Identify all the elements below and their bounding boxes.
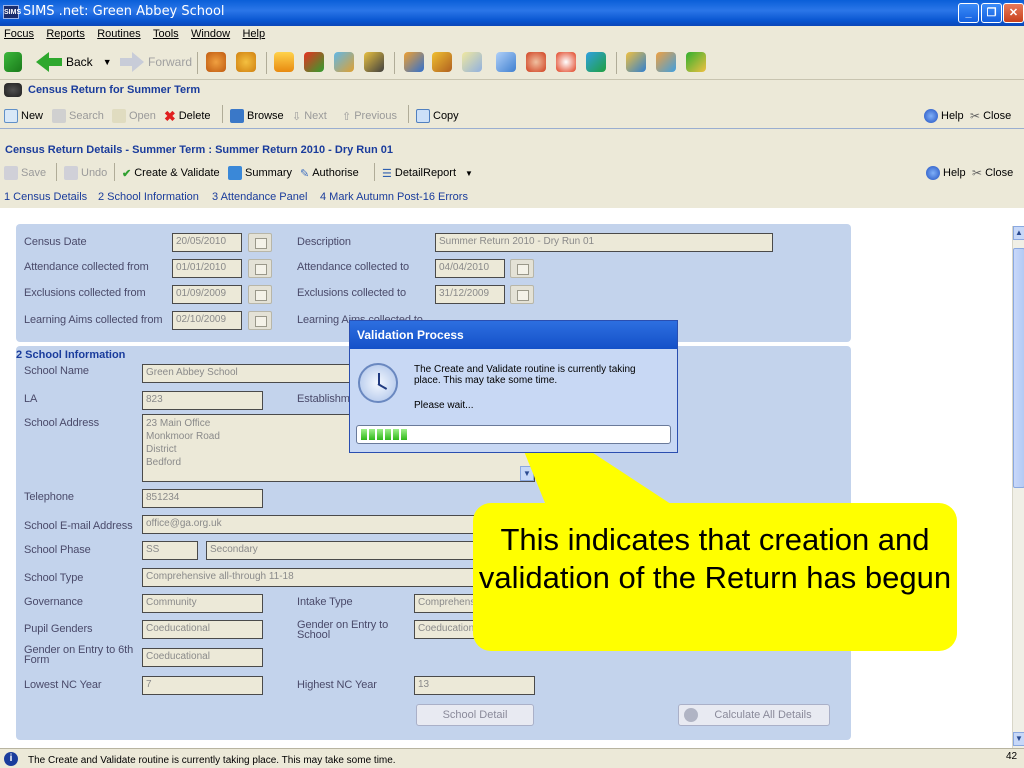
- progress-segment: [361, 429, 367, 440]
- progress-bar: [356, 425, 671, 444]
- progress-segment: [393, 429, 399, 440]
- progress-segment: [369, 429, 375, 440]
- status-text: The Create and Validate routine is curre…: [28, 755, 396, 766]
- progress-segment: [385, 429, 391, 440]
- progress-segment: [377, 429, 383, 440]
- clock-icon: [358, 363, 398, 403]
- callout-box: This indicates that creation and validat…: [473, 503, 957, 651]
- progress-fill: [361, 429, 407, 440]
- dialog-message: The Create and Validate routine is curre…: [414, 364, 636, 386]
- dialog-wait-text: Please wait...: [414, 400, 474, 411]
- progress-segment: [401, 429, 407, 440]
- info-icon: i: [4, 752, 18, 766]
- status-bar: i The Create and Validate routine is cur…: [0, 748, 1024, 768]
- callout-text: This indicates that creation and validat…: [478, 522, 952, 595]
- validation-process-dialog: Validation Process The Create and Valida…: [349, 320, 678, 453]
- dialog-title: Validation Process: [350, 321, 677, 349]
- page-number: 42: [1006, 751, 1018, 762]
